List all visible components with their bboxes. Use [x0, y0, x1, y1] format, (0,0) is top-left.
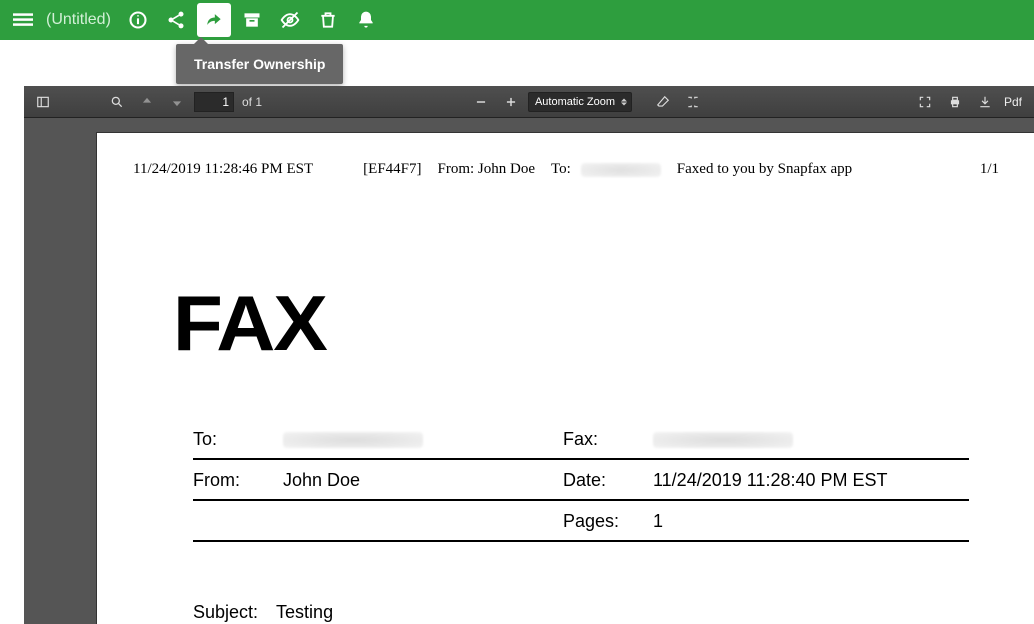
- pages-value: 1: [653, 511, 969, 532]
- pages-label: Pages:: [563, 511, 653, 532]
- pdf-toolbar: of 1 Automatic Zoom Pdf: [24, 86, 1034, 118]
- header-note: Faxed to you by Snapfax app: [677, 161, 852, 178]
- date-value: 11/24/2019 11:28:40 PM EST: [653, 470, 969, 491]
- header-pageno: 1/1: [980, 161, 999, 178]
- fax-grid: To: Fax: From: John Doe Date: 11/24/2019…: [193, 419, 969, 542]
- visibility-off-icon[interactable]: [273, 3, 307, 37]
- tooltip: Transfer Ownership: [176, 44, 343, 84]
- page-header: 11/24/2019 11:28:46 PM EST [EF44F7] From…: [133, 161, 999, 178]
- download-icon[interactable]: [972, 89, 998, 115]
- fax-row-pages: Pages: 1: [193, 501, 969, 542]
- fax-title: FAX: [173, 278, 1019, 369]
- archive-icon[interactable]: [235, 3, 269, 37]
- pdf-viewer: of 1 Automatic Zoom Pdf: [24, 86, 1034, 624]
- bell-icon[interactable]: [349, 3, 383, 37]
- fax-label: Fax:: [563, 429, 653, 450]
- to-label: To:: [193, 429, 283, 450]
- format-label: Pdf: [1004, 95, 1022, 109]
- zoom-in-icon[interactable]: [498, 89, 524, 115]
- zoom-out-icon[interactable]: [468, 89, 494, 115]
- zoom-select[interactable]: Automatic Zoom: [528, 92, 632, 112]
- app-toolbar: (Untitled): [0, 0, 1034, 40]
- menu-icon[interactable]: [6, 3, 40, 37]
- trash-icon[interactable]: [311, 3, 345, 37]
- next-page-icon[interactable]: [164, 89, 190, 115]
- document-page: 11/24/2019 11:28:46 PM EST [EF44F7] From…: [96, 132, 1034, 624]
- zoom-select-label: Automatic Zoom: [535, 96, 615, 108]
- page-number-input[interactable]: [194, 92, 234, 112]
- header-from: From: John Doe: [438, 161, 536, 178]
- fax-row-from: From: John Doe Date: 11/24/2019 11:28:40…: [193, 460, 969, 501]
- header-timestamp: 11/24/2019 11:28:46 PM EST: [133, 161, 313, 178]
- to-value-redacted: [283, 432, 423, 448]
- transfer-ownership-button[interactable]: [197, 3, 231, 37]
- page-count-label: of 1: [242, 95, 262, 109]
- search-icon[interactable]: [104, 89, 130, 115]
- fax-value-redacted: [653, 432, 793, 448]
- date-label: Date:: [563, 470, 653, 491]
- from-value: John Doe: [283, 470, 563, 491]
- fax-row-to: To: Fax:: [193, 419, 969, 460]
- info-icon[interactable]: [121, 3, 155, 37]
- crop-icon[interactable]: [680, 89, 706, 115]
- subject-row: Subject: Testing: [193, 602, 999, 623]
- prev-page-icon[interactable]: [134, 89, 160, 115]
- header-code: [EF44F7]: [363, 161, 421, 178]
- from-label: From:: [193, 470, 283, 491]
- fullscreen-icon[interactable]: [912, 89, 938, 115]
- page-area[interactable]: 11/24/2019 11:28:46 PM EST [EF44F7] From…: [24, 118, 1034, 624]
- sidebar-toggle-icon[interactable]: [30, 89, 56, 115]
- header-to-label: To:: [551, 161, 571, 178]
- share-icon[interactable]: [159, 3, 193, 37]
- document-title: (Untitled): [46, 11, 111, 29]
- header-to-redacted: [581, 163, 661, 177]
- subject-label: Subject:: [193, 602, 258, 623]
- eraser-icon[interactable]: [650, 89, 676, 115]
- subject-value: Testing: [276, 602, 333, 623]
- print-icon[interactable]: [942, 89, 968, 115]
